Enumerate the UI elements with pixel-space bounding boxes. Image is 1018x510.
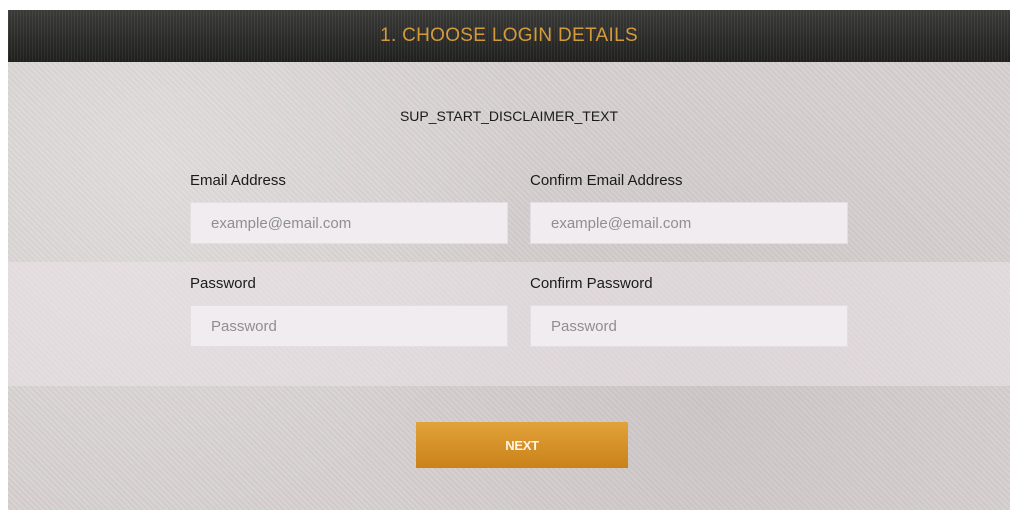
next-button[interactable]: NEXT bbox=[416, 422, 628, 468]
confirm-password-label: Confirm Password bbox=[530, 275, 653, 292]
disclaimer-text: SUP_START_DISCLAIMER_TEXT bbox=[399, 108, 619, 124]
form-band-background bbox=[8, 262, 1010, 386]
confirm-email-label: Confirm Email Address bbox=[530, 172, 683, 189]
email-label: Email Address bbox=[190, 172, 286, 189]
login-details-panel: 1. CHOOSE LOGIN DETAILS SUP_START_DISCLA… bbox=[8, 10, 1010, 510]
confirm-email-field[interactable] bbox=[530, 202, 848, 244]
section-header: 1. CHOOSE LOGIN DETAILS bbox=[8, 10, 1010, 62]
email-field[interactable] bbox=[190, 202, 508, 244]
confirm-password-field[interactable] bbox=[530, 305, 848, 347]
password-label: Password bbox=[190, 275, 256, 292]
section-title: 1. CHOOSE LOGIN DETAILS bbox=[380, 25, 638, 46]
password-field[interactable] bbox=[190, 305, 508, 347]
